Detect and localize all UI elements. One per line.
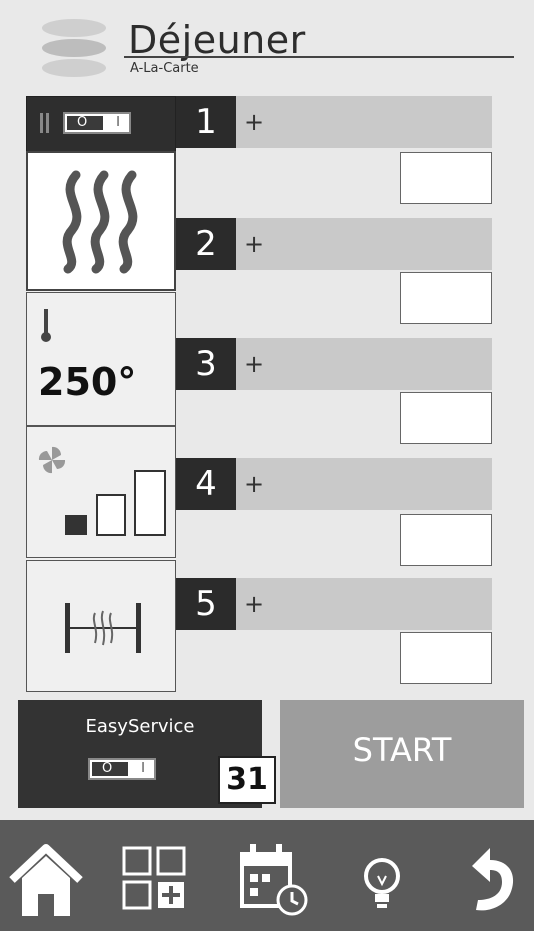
humidity-panel[interactable] bbox=[26, 560, 176, 692]
home-icon[interactable] bbox=[6, 836, 86, 920]
back-arrow-icon[interactable] bbox=[452, 836, 532, 920]
step-1-add[interactable]: + bbox=[244, 96, 264, 148]
step-4-value-box[interactable] bbox=[400, 514, 492, 566]
heat-waves-icon bbox=[62, 170, 138, 274]
toggle-off-label: O bbox=[77, 115, 88, 130]
calendar-clock-icon[interactable] bbox=[232, 836, 312, 920]
day-badge[interactable]: 31 bbox=[218, 756, 276, 804]
step-3-number[interactable]: 3 bbox=[176, 338, 236, 390]
step-1-number[interactable]: 1 bbox=[176, 96, 236, 148]
mode-toggle[interactable]: O I bbox=[63, 112, 131, 134]
toggle-on-label: I bbox=[116, 115, 120, 130]
step-2-number[interactable]: 2 bbox=[176, 218, 236, 270]
title-underline bbox=[124, 56, 514, 58]
thermo-small-icon bbox=[40, 113, 49, 133]
start-button[interactable]: START bbox=[280, 700, 524, 808]
easyservice-toggle-on-label: I bbox=[141, 761, 145, 776]
heat-mode-panel[interactable] bbox=[26, 151, 176, 291]
humidity-icon bbox=[65, 603, 141, 653]
step-1-value-box[interactable] bbox=[400, 152, 492, 204]
lightbulb-icon[interactable] bbox=[344, 836, 424, 920]
step-5-add[interactable]: + bbox=[244, 578, 264, 630]
fan-speed-panel[interactable] bbox=[26, 426, 176, 558]
temperature-panel[interactable] bbox=[26, 292, 176, 426]
page-subtitle: A-La-Carte bbox=[130, 61, 199, 76]
step-3-value-box[interactable] bbox=[400, 392, 492, 444]
fan-icon bbox=[38, 446, 66, 474]
fan-level-bars-icon bbox=[65, 470, 166, 536]
step-2-value-box[interactable] bbox=[400, 272, 492, 324]
step-3-add[interactable]: + bbox=[244, 338, 264, 390]
easyservice-label: EasyService bbox=[85, 716, 195, 737]
step-4-add[interactable]: + bbox=[244, 458, 264, 510]
easyservice-toggle-off-label: O bbox=[102, 761, 113, 776]
mode-toggle-box[interactable]: O I bbox=[26, 96, 176, 152]
step-5-number[interactable]: 5 bbox=[176, 578, 236, 630]
easyservice-toggle[interactable]: O I bbox=[88, 758, 156, 780]
grid-add-icon[interactable] bbox=[114, 836, 194, 920]
menu-icon[interactable] bbox=[38, 14, 110, 86]
thermometer-icon bbox=[41, 309, 51, 342]
step-2-add[interactable]: + bbox=[244, 218, 264, 270]
step-5-value-box[interactable] bbox=[400, 632, 492, 684]
temperature-value: 250° bbox=[38, 360, 137, 404]
step-4-number[interactable]: 4 bbox=[176, 458, 236, 510]
